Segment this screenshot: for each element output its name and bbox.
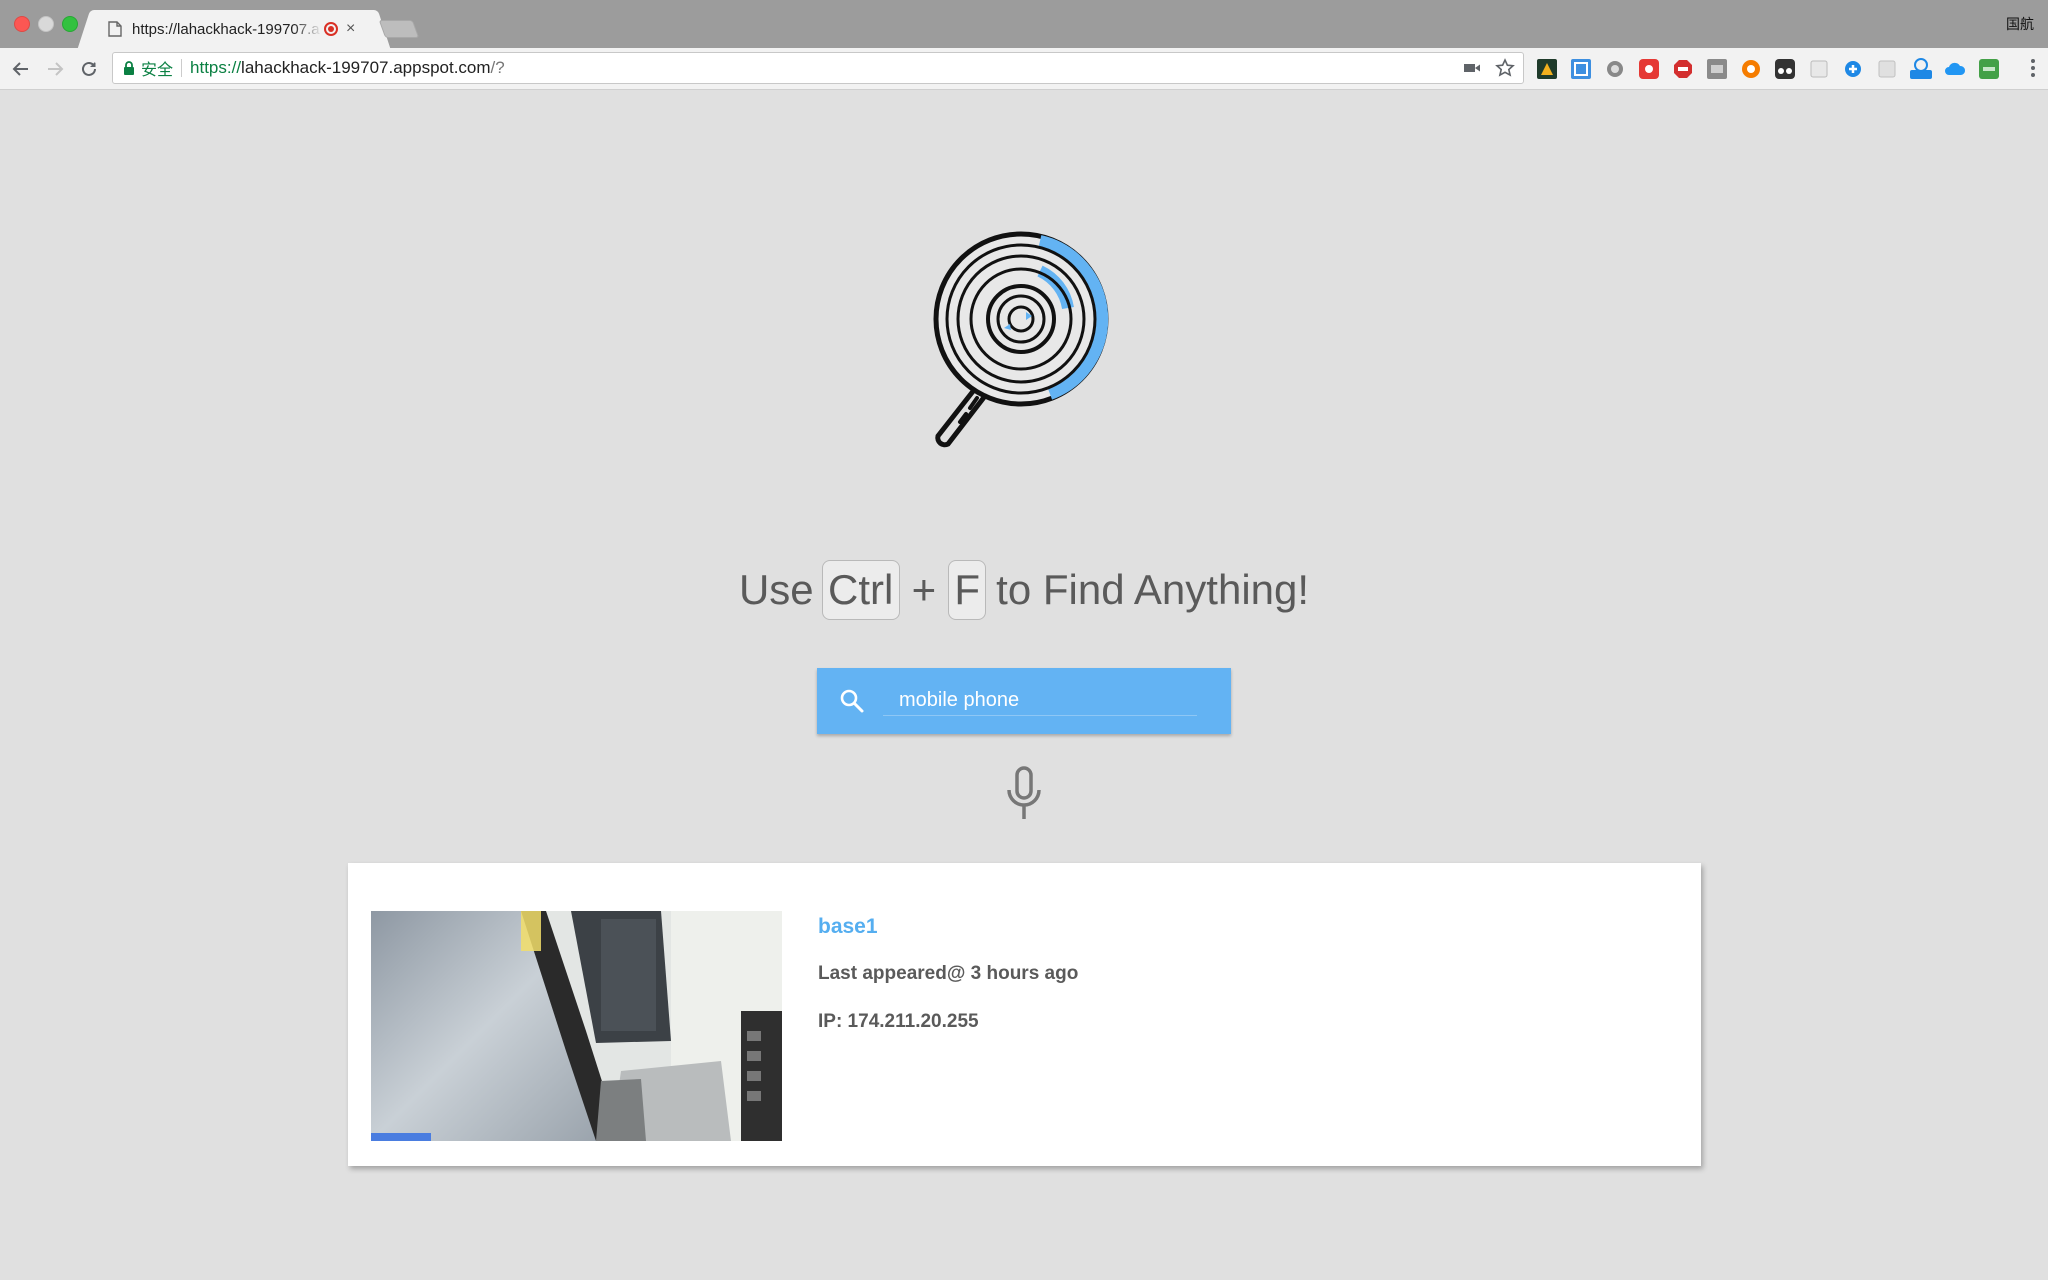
tab-strip: https://lahackhack-199707.a × 国航 xyxy=(0,0,2048,48)
forward-icon xyxy=(48,62,64,76)
page-icon xyxy=(108,21,122,37)
extension-7[interactable] xyxy=(1772,56,1798,82)
result-ip: IP: 174.211.20.255 xyxy=(818,1011,979,1032)
headline-use: Use xyxy=(738,566,814,613)
extension-icon xyxy=(1845,61,1861,77)
address-separator xyxy=(181,59,183,77)
extension-icon xyxy=(1878,60,1896,78)
result-title[interactable]: base1 xyxy=(818,915,878,939)
extension-4[interactable] xyxy=(1636,56,1662,82)
headline: Use Ctrl + F to Find Anything! xyxy=(0,560,2048,620)
address-bar[interactable]: 安全 https://lahackhack-199707.appspot.com… xyxy=(112,52,1524,84)
extension-bar xyxy=(1534,56,2002,82)
headline-rest: to Find Anything! xyxy=(996,566,1310,613)
tab-title: https://lahackhack-199707.a xyxy=(132,20,320,38)
extension-icon xyxy=(1571,59,1591,79)
new-tab-button[interactable] xyxy=(378,20,420,38)
extension-icon xyxy=(1910,58,1932,79)
extension-icon xyxy=(1639,59,1659,79)
extension-5[interactable] xyxy=(1704,56,1730,82)
f-key: F xyxy=(948,560,987,620)
extension-6[interactable] xyxy=(1738,56,1764,82)
lock-icon xyxy=(124,60,134,75)
extension-1[interactable] xyxy=(1534,56,1560,82)
adblock-icon xyxy=(1674,60,1692,78)
extension-8[interactable] xyxy=(1806,56,1832,82)
extension-icon xyxy=(1979,59,1999,79)
more-icon xyxy=(2031,59,2035,77)
close-window-button[interactable] xyxy=(14,16,30,32)
recording-icon xyxy=(324,22,338,36)
forward-button[interactable] xyxy=(42,56,68,82)
extension-off[interactable] xyxy=(1908,56,1934,82)
app-logo-icon xyxy=(933,231,1109,448)
search-box xyxy=(817,668,1231,734)
star-icon[interactable] xyxy=(1495,58,1515,78)
extension-icon xyxy=(1707,59,1727,79)
extension-icon xyxy=(1775,59,1795,79)
result-card[interactable]: base1 Last appeared@ 3 hours ago IP: 174… xyxy=(348,863,1701,1166)
search-input[interactable] xyxy=(883,686,1197,716)
reload-button[interactable] xyxy=(76,56,102,82)
secure-label: 安全 xyxy=(141,62,174,79)
browser-menu-button[interactable] xyxy=(2030,58,2036,83)
cloud-icon xyxy=(1945,62,1966,75)
search-icon[interactable] xyxy=(839,688,865,714)
extension-cors[interactable] xyxy=(1976,56,2002,82)
browser-tab[interactable]: https://lahackhack-199707.a × xyxy=(94,10,374,48)
profile-name[interactable]: 国航 xyxy=(2006,14,2034,34)
reload-icon xyxy=(82,61,96,76)
extension-icon xyxy=(1537,59,1557,79)
url-rest: /? xyxy=(490,58,505,77)
extension-9[interactable] xyxy=(1840,56,1866,82)
result-thumbnail[interactable] xyxy=(371,911,782,1141)
url-text: https://lahackhack-199707.appspot.com/? xyxy=(190,58,505,78)
extension-icon xyxy=(1742,60,1760,78)
extension-2[interactable] xyxy=(1568,56,1594,82)
extension-icon xyxy=(1810,60,1828,78)
extension-adblock[interactable] xyxy=(1670,56,1696,82)
extension-icon xyxy=(1607,61,1623,77)
url-scheme: https:// xyxy=(190,58,242,77)
extension-3[interactable] xyxy=(1602,56,1628,82)
back-icon xyxy=(12,62,28,76)
plus-sign: + xyxy=(911,566,937,613)
extension-cloud[interactable] xyxy=(1942,56,1968,82)
ctrl-key: Ctrl xyxy=(821,560,900,620)
browser-toolbar: 安全 https://lahackhack-199707.appspot.com… xyxy=(0,48,2048,90)
extension-10[interactable] xyxy=(1874,56,1900,82)
maximize-window-button[interactable] xyxy=(62,16,78,32)
result-last-appeared: Last appeared@ 3 hours ago xyxy=(818,963,1079,984)
back-button[interactable] xyxy=(8,56,34,82)
url-host: lahackhack-199707.appspot.com xyxy=(241,58,491,77)
camera-icon[interactable] xyxy=(1463,61,1481,75)
minimize-window-button[interactable] xyxy=(38,16,54,32)
tab-close-button[interactable]: × xyxy=(346,20,355,37)
microphone-icon[interactable] xyxy=(1002,764,1046,824)
